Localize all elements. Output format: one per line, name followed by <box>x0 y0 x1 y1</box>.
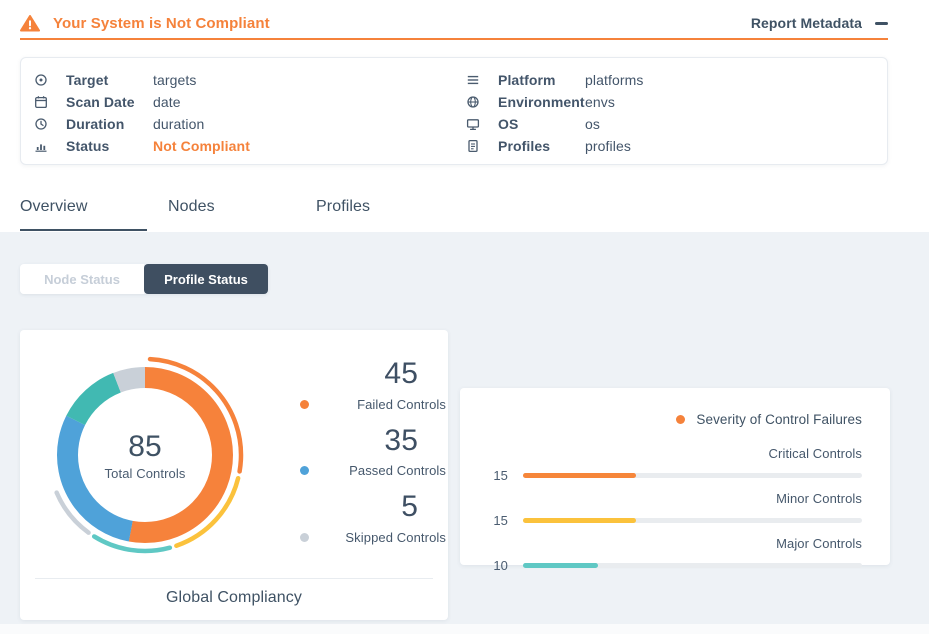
monitor-icon <box>466 117 482 131</box>
major-bar <box>523 563 598 568</box>
metadata-label: Status <box>66 138 153 154</box>
major-controls-label: Major Controls <box>488 536 862 551</box>
metadata-value: envs <box>585 94 615 110</box>
legend-item-skipped: 5 Skipped Controls <box>300 491 446 545</box>
metadata-label: Scan Date <box>66 94 153 110</box>
severity-legend: Severity of Control Failures <box>676 412 862 427</box>
minor-bar <box>523 518 636 523</box>
globe-icon <box>466 95 482 109</box>
failed-controls-label: Failed Controls <box>309 397 446 412</box>
alert-message: Your System is Not Compliant <box>20 14 270 32</box>
metadata-row-profiles: Profiles profiles <box>466 135 643 157</box>
bar-track <box>523 518 862 523</box>
metadata-value: duration <box>153 116 204 132</box>
document-icon <box>466 139 482 153</box>
donut-chart-svg <box>35 345 255 565</box>
minor-controls-value: 15 <box>488 513 508 528</box>
metadata-value: targets <box>153 72 197 88</box>
failed-dot-icon <box>300 400 309 409</box>
metadata-label: Platform <box>498 72 585 88</box>
clock-icon <box>34 117 50 131</box>
passed-controls-label: Passed Controls <box>309 463 446 478</box>
donut-legend: 45 Failed Controls 35 Passed Controls 5 … <box>300 358 446 545</box>
calendar-icon <box>34 95 50 109</box>
severity-bars: Critical Controls 15 Minor Controls 15 M… <box>488 446 862 581</box>
donut-card-title: Global Compliancy <box>20 589 448 607</box>
alert-bar: Your System is Not Compliant Report Meta… <box>20 8 888 40</box>
metadata-label: Profiles <box>498 138 585 154</box>
skipped-controls-value: 5 <box>300 491 446 523</box>
major-controls-value: 10 <box>488 558 508 573</box>
bar-group-minor: Minor Controls 15 <box>488 491 862 528</box>
report-metadata-label: Report Metadata <box>751 15 862 31</box>
list-icon <box>466 73 482 87</box>
report-metadata-toggle[interactable]: Report Metadata <box>751 15 888 31</box>
metadata-row-environment: Environment envs <box>466 91 643 113</box>
target-icon <box>34 73 50 87</box>
profile-status-button[interactable]: Profile Status <box>144 264 268 294</box>
status-toggle-group: Node Status Profile Status <box>20 264 268 294</box>
tab-nodes[interactable]: Nodes <box>168 198 295 231</box>
metadata-row-os: OS os <box>466 113 643 135</box>
metadata-row-platform: Platform platforms <box>466 69 643 91</box>
minimize-icon[interactable] <box>875 22 888 25</box>
card-divider <box>35 578 433 579</box>
metadata-column-right: Platform platforms Environment envs OS o… <box>466 69 643 157</box>
tab-overview[interactable]: Overview <box>20 198 147 231</box>
metadata-label: Environment <box>498 94 585 110</box>
bar-track <box>523 563 862 568</box>
metadata-value: platforms <box>585 72 643 88</box>
node-status-button[interactable]: Node Status <box>20 264 144 294</box>
donut-chart: 85 Total Controls <box>35 345 255 565</box>
bar-chart-icon <box>34 139 50 153</box>
metadata-value: profiles <box>585 138 631 154</box>
critical-controls-value: 15 <box>488 468 508 483</box>
critical-bar <box>523 473 636 478</box>
passed-dot-icon <box>300 466 309 475</box>
metadata-row-scan-date: Scan Date date <box>34 91 250 113</box>
metadata-label: Target <box>66 72 153 88</box>
legend-item-failed: 45 Failed Controls <box>300 358 446 412</box>
minor-controls-label: Minor Controls <box>488 491 862 506</box>
skipped-dot-icon <box>300 533 309 542</box>
metadata-row-status: Status Not Compliant <box>34 135 250 157</box>
global-compliancy-card: 85 Total Controls 45 Failed Controls 35 … <box>20 330 448 620</box>
bar-group-critical: Critical Controls 15 <box>488 446 862 483</box>
legend-item-passed: 35 Passed Controls <box>300 425 446 479</box>
status-badge: Not Compliant <box>153 138 250 154</box>
bar-track <box>523 473 862 478</box>
metadata-value: os <box>585 116 600 132</box>
critical-controls-label: Critical Controls <box>488 446 862 461</box>
metadata-row-target: Target targets <box>34 69 250 91</box>
bar-group-major: Major Controls 10 <box>488 536 862 573</box>
severity-legend-label: Severity of Control Failures <box>696 412 862 427</box>
metadata-row-duration: Duration duration <box>34 113 250 135</box>
main-tabs: Overview Nodes Profiles <box>20 198 464 231</box>
alert-title: Your System is Not Compliant <box>53 15 270 32</box>
report-metadata-panel: Target targets Scan Date date Duration d… <box>20 57 888 165</box>
metadata-column-left: Target targets Scan Date date Duration d… <box>34 69 250 157</box>
failed-controls-value: 45 <box>300 358 446 390</box>
metadata-label: OS <box>498 116 585 132</box>
severity-card: Severity of Control Failures Critical Co… <box>460 388 890 565</box>
metadata-label: Duration <box>66 116 153 132</box>
passed-controls-value: 35 <box>300 425 446 457</box>
tab-profiles[interactable]: Profiles <box>316 198 443 231</box>
warning-icon <box>20 14 40 32</box>
severity-dot-icon <box>676 415 685 424</box>
compliance-report-page: Your System is Not Compliant Report Meta… <box>0 0 929 634</box>
skipped-controls-label: Skipped Controls <box>309 530 446 545</box>
footer-strip <box>0 624 929 634</box>
metadata-value: date <box>153 94 181 110</box>
